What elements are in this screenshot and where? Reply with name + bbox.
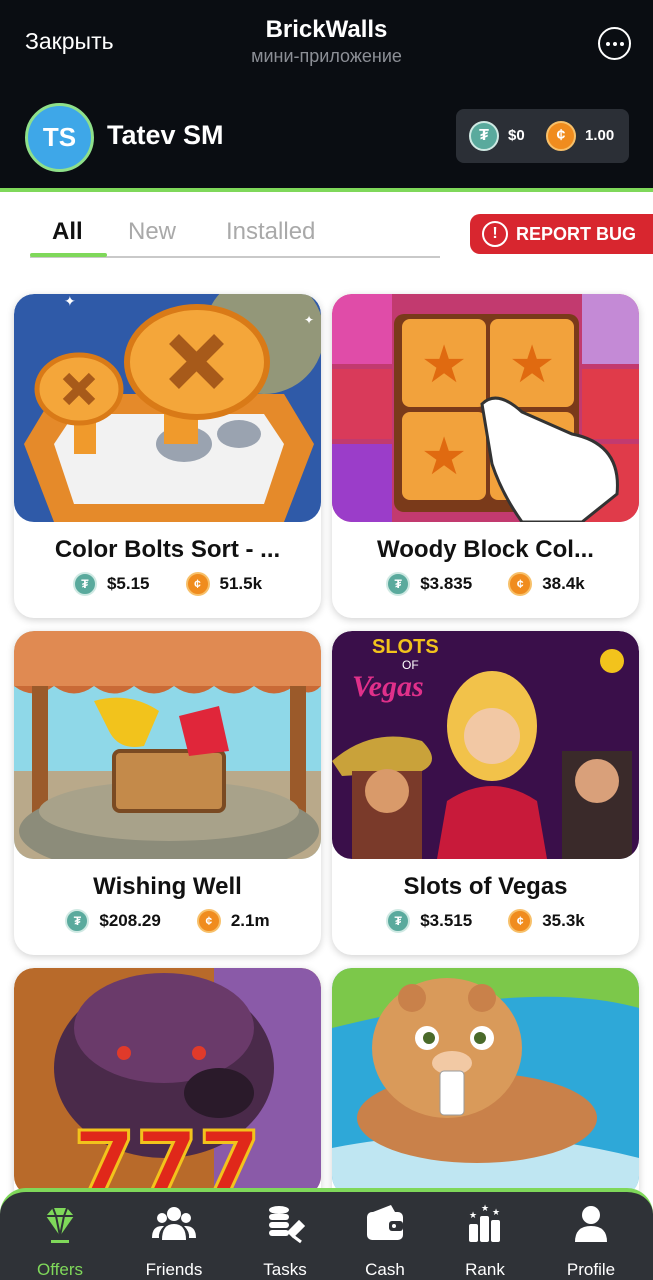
coin-balance: 1.00 <box>585 127 615 144</box>
report-bug-label: REPORT BUG <box>516 223 637 244</box>
svg-text:★: ★ <box>421 336 468 394</box>
gem-icon <box>46 1207 74 1243</box>
svg-text:✦: ✦ <box>304 313 314 327</box>
slots-logo-line3: Vegas <box>352 670 424 703</box>
bottom-navigation: Offers Friends Tasks Cash ★ ★ ★ Rank Pro… <box>0 1188 653 1280</box>
offer-coins: 2.1m <box>230 911 270 930</box>
offer-title: Color Bolts Sort - ... <box>54 536 281 563</box>
nav-friends[interactable]: Friends <box>129 1202 219 1280</box>
nav-label: Offers <box>37 1260 83 1279</box>
username: Tatev SM <box>107 120 224 150</box>
top-bar: Закрыть BrickWalls мини-приложение TS Ta… <box>0 0 653 190</box>
svg-text:★: ★ <box>481 1203 489 1213</box>
offer-title: Slots of Vegas <box>403 873 568 900</box>
more-options-icon[interactable] <box>598 27 631 60</box>
profile-icon <box>575 1206 607 1242</box>
tab-new[interactable]: New <box>128 218 176 246</box>
app-subtitle: мини-приложение <box>251 46 402 66</box>
nav-label: Tasks <box>263 1260 307 1279</box>
nav-rank[interactable]: ★ ★ ★ Rank <box>440 1202 530 1280</box>
offer-card[interactable]: 777 <box>14 968 321 1208</box>
usdt-coin-icon: ₮ <box>386 572 411 596</box>
offer-coins: 51.5k <box>219 574 263 593</box>
friends-icon <box>152 1207 196 1240</box>
header-divider <box>0 188 653 192</box>
offer-card[interactable]: ✦ ✦ Color Bolts Sort - ... ₮ $5.15 ¢ 51.… <box>14 294 321 618</box>
coin-icon: ¢ <box>508 909 533 933</box>
coin-icon: ¢ <box>546 121 576 151</box>
offer-rewards: ₮ $208.29 ¢ 2.1m <box>14 909 321 933</box>
balance-panel: ₮ $0 ¢ 1.00 <box>456 109 629 163</box>
buffalo-777-text: 777 <box>73 1113 261 1196</box>
nav-label: Cash <box>365 1260 405 1279</box>
offer-thumbnail-beaver <box>332 968 639 1196</box>
svg-text:★: ★ <box>469 1210 477 1220</box>
filter-tabs: All New Installed <box>30 210 440 258</box>
offer-thumbnail-woody-block: ★ ★ ★ <box>332 294 639 522</box>
offer-rewards: ₮ $5.15 ¢ 51.5k <box>14 572 321 596</box>
coin-icon: ¢ <box>196 909 221 933</box>
offer-card[interactable]: Wishing Well ₮ $208.29 ¢ 2.1m <box>14 631 321 955</box>
app-title: BrickWalls <box>265 16 388 43</box>
tasks-icon <box>269 1206 306 1244</box>
usdt-balance: $0 <box>508 127 525 144</box>
offer-title: Wishing Well <box>93 873 242 900</box>
nav-label: Profile <box>566 1260 616 1279</box>
nav-cash[interactable]: Cash <box>340 1202 430 1280</box>
offer-thumbnail-buffalo: 777 <box>14 968 321 1196</box>
offer-title: Woody Block Col... <box>377 536 594 563</box>
tab-all[interactable]: All <box>52 218 83 246</box>
rank-icon: ★ ★ ★ <box>469 1203 500 1242</box>
nav-label: Rank <box>465 1260 505 1279</box>
offer-card[interactable]: ★ ★ ★ Woody Block Col... ₮ $3.835 ¢ 38.4… <box>332 294 639 618</box>
offer-usd: $3.835 <box>420 574 473 593</box>
nav-label: Friends <box>145 1260 203 1279</box>
offer-usd: $3.515 <box>420 911 473 930</box>
coin-icon: ¢ <box>508 572 533 596</box>
offer-thumbnail-slots-of-vegas: SLOTS OF Vegas <box>332 631 639 859</box>
offer-usd: $5.15 <box>106 574 150 593</box>
usdt-coin-icon: ₮ <box>72 572 97 596</box>
avatar[interactable]: TS <box>25 103 94 172</box>
tab-installed[interactable]: Installed <box>226 218 315 246</box>
svg-text:★: ★ <box>492 1207 500 1217</box>
offer-card[interactable] <box>332 968 639 1208</box>
offer-coins: 35.3k <box>542 911 585 930</box>
coin-icon: ¢ <box>185 572 210 596</box>
offer-rewards: ₮ $3.515 ¢ 35.3k <box>332 909 639 933</box>
usdt-coin-icon: ₮ <box>469 121 499 151</box>
wallet-icon <box>367 1205 403 1240</box>
svg-text:★: ★ <box>421 428 468 486</box>
nav-profile[interactable]: Profile <box>546 1202 636 1280</box>
active-tab-indicator <box>30 253 107 257</box>
slots-logo-line1: SLOTS <box>372 636 439 658</box>
report-bug-button[interactable]: ! REPORT BUG <box>470 214 653 254</box>
alert-icon: ! <box>482 221 508 247</box>
offer-thumbnail-color-bolts: ✦ ✦ <box>14 294 321 522</box>
usdt-coin-icon: ₮ <box>65 909 90 933</box>
offer-thumbnail-wishing-well <box>14 631 321 859</box>
offer-card[interactable]: SLOTS OF Vegas Slots of Vegas ₮ $3.515 ¢… <box>332 631 639 955</box>
offer-coins: 38.4k <box>542 574 585 593</box>
nav-offers[interactable]: Offers <box>15 1202 105 1280</box>
svg-text:★: ★ <box>509 336 556 394</box>
nav-tasks[interactable]: Tasks <box>240 1202 330 1280</box>
svg-text:✦: ✦ <box>64 294 76 309</box>
usdt-coin-icon: ₮ <box>386 909 411 933</box>
offer-usd: $208.29 <box>99 911 161 930</box>
offer-rewards: ₮ $3.835 ¢ 38.4k <box>332 572 639 596</box>
